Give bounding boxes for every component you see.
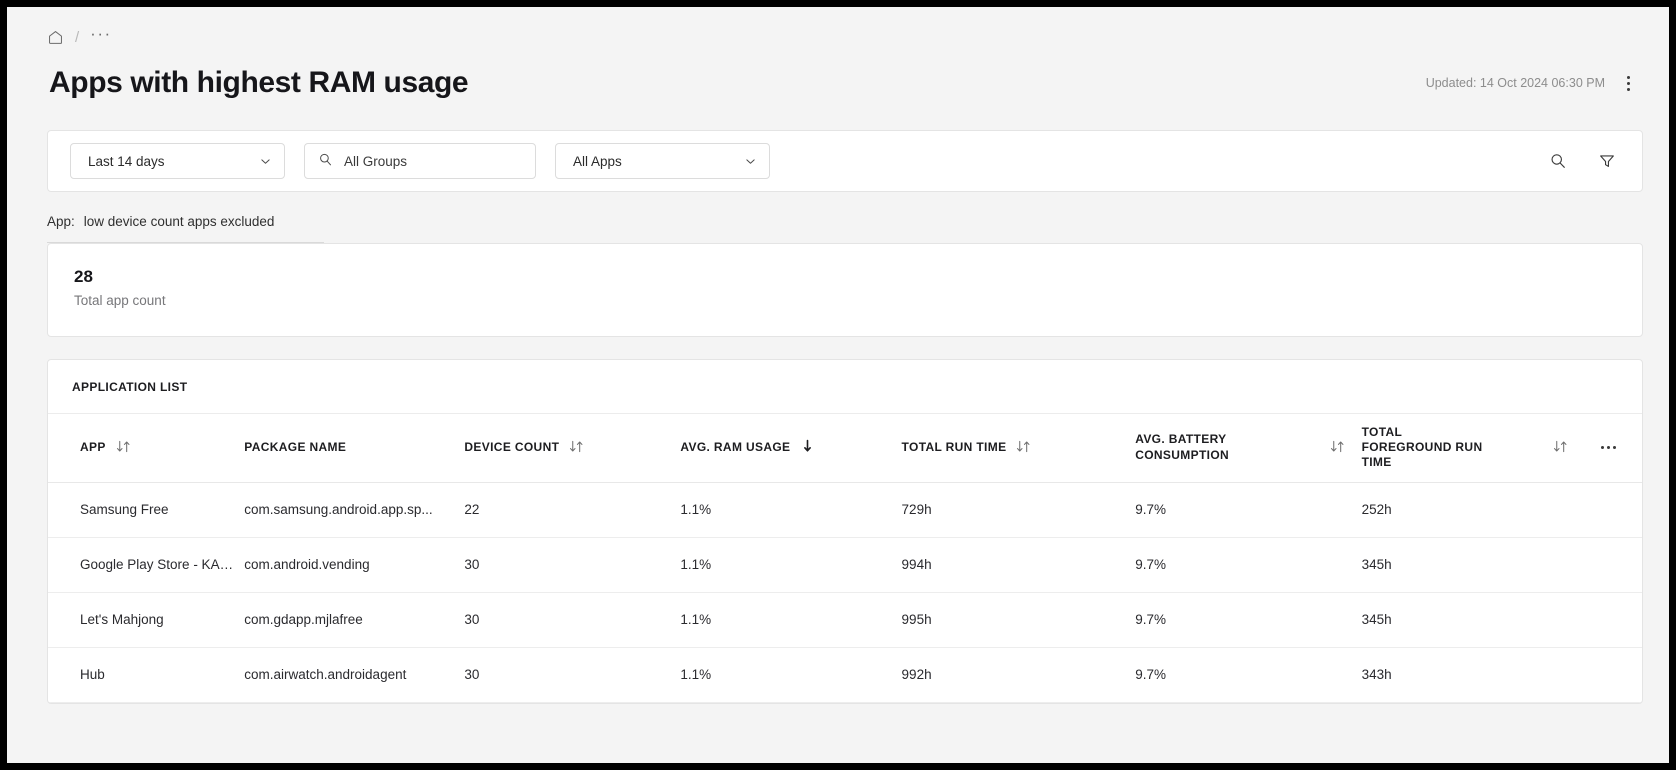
apps-select-value: All Apps (573, 153, 622, 169)
cell-total-foreground-run-time: 345h (1361, 537, 1585, 593)
total-app-count-card: 28 Total app count (47, 243, 1643, 337)
application-list-table: APP PACKAGE NAME DEVICE COUNT AVG. RAM U… (48, 414, 1642, 703)
table-body: Samsung Free com.samsung.android.app.sp.… (48, 482, 1642, 703)
sort-descending-icon[interactable] (799, 438, 816, 457)
search-icon (318, 152, 333, 170)
filter-toolbar: Last 14 days All Groups All Apps (47, 130, 1643, 192)
cell-app: Hub (48, 647, 245, 703)
page-options-kebab-icon[interactable] (1617, 71, 1639, 95)
page-title: Apps with highest RAM usage (49, 66, 469, 99)
cell-device-count: 30 (464, 647, 681, 703)
last-updated-text: Updated: 14 Oct 2024 06:30 PM (1425, 76, 1605, 90)
applied-filter-bar: App: low device count apps excluded (47, 192, 324, 243)
cell-avg-battery-consumption: 9.7% (1135, 647, 1362, 703)
cell-avg-battery-consumption: 9.7% (1135, 537, 1362, 593)
table-row[interactable]: Samsung Free com.samsung.android.app.sp.… (48, 482, 1642, 538)
column-label: APP (80, 440, 106, 455)
cell-total-run-time: 729h (901, 482, 1136, 538)
breadcrumb: / ··· (7, 7, 1669, 51)
column-header-package-name[interactable]: PACKAGE NAME (244, 414, 465, 483)
sort-toggle-icon[interactable] (568, 439, 585, 457)
application-list-card: APPLICATION LIST APP PACKAGE NAME DEVICE… (47, 359, 1643, 704)
cell-row-options (1584, 592, 1642, 648)
page-header: Apps with highest RAM usage Updated: 14 … (7, 51, 1669, 109)
cell-avg-ram-usage: 1.1% (680, 647, 902, 703)
table-row[interactable]: Google Play Store - KAI 1.52 com.android… (48, 537, 1642, 593)
total-app-count-value: 28 (74, 267, 93, 286)
sort-toggle-icon[interactable] (115, 439, 132, 457)
column-header-avg-ram-usage[interactable]: AVG. RAM USAGE (680, 414, 902, 483)
table-options-kebab-icon[interactable] (1585, 446, 1632, 450)
applied-filter-key: App: (47, 214, 75, 229)
cell-device-count: 22 (464, 482, 681, 538)
cell-device-count: 30 (464, 537, 681, 593)
cell-app: Let's Mahjong (48, 592, 245, 648)
cell-device-count: 30 (464, 592, 681, 648)
date-range-value: Last 14 days (88, 153, 165, 169)
table-row[interactable]: Hub com.airwatch.androidagent 30 1.1% 99… (48, 647, 1642, 703)
cell-package: com.airwatch.androidagent (244, 647, 465, 703)
date-range-select[interactable]: Last 14 days (70, 143, 285, 179)
cell-app: Google Play Store - KAI 1.52 (48, 537, 245, 593)
column-header-avg-battery-consumption[interactable]: AVG. BATTERY CONSUMPTION (1135, 414, 1362, 483)
cell-avg-battery-consumption: 9.7% (1135, 482, 1362, 538)
table-row[interactable]: Let's Mahjong com.gdapp.mjlafree 30 1.1%… (48, 592, 1642, 648)
cell-avg-ram-usage: 1.1% (680, 482, 902, 538)
cell-total-foreground-run-time: 252h (1361, 482, 1585, 538)
application-list-title: APPLICATION LIST (48, 360, 1642, 414)
chevron-down-icon (259, 155, 272, 168)
cell-total-foreground-run-time: 345h (1361, 592, 1585, 648)
cell-package: com.android.vending (244, 537, 465, 593)
breadcrumb-separator: / (75, 28, 80, 46)
cell-row-options (1584, 647, 1642, 703)
column-label: PACKAGE NAME (244, 440, 347, 455)
dashboard-viewport: / ··· Apps with highest RAM usage Update… (7, 7, 1669, 763)
applied-filter-value: low device count apps excluded (83, 214, 275, 229)
apps-select[interactable]: All Apps (555, 143, 770, 179)
cell-total-foreground-run-time: 343h (1361, 647, 1585, 703)
table-header-row: APP PACKAGE NAME DEVICE COUNT AVG. RAM U… (48, 414, 1642, 483)
chevron-down-icon (744, 155, 757, 168)
sort-toggle-icon[interactable] (1552, 439, 1569, 457)
groups-search-input[interactable]: All Groups (304, 143, 536, 179)
sort-toggle-icon[interactable] (1015, 439, 1032, 457)
column-header-total-foreground-run-time[interactable]: TOTAL FOREGROUND RUN TIME (1361, 414, 1585, 483)
cell-app: Samsung Free (48, 482, 245, 538)
column-label: TOTAL FOREGROUND RUN TIME (1361, 424, 1483, 470)
sort-toggle-icon[interactable] (1329, 439, 1346, 457)
search-icon[interactable] (1543, 146, 1573, 176)
column-header-device-count[interactable]: DEVICE COUNT (464, 414, 681, 483)
page-header-right: Updated: 14 Oct 2024 06:30 PM (1426, 71, 1639, 95)
column-label: AVG. RAM USAGE (680, 440, 791, 455)
groups-search-value: All Groups (344, 153, 408, 169)
column-header-total-run-time[interactable]: TOTAL RUN TIME (901, 414, 1136, 483)
total-app-count-label: Total app count (74, 293, 166, 309)
cell-row-options (1584, 537, 1642, 593)
column-label: TOTAL RUN TIME (901, 440, 1007, 455)
cell-package: com.samsung.android.app.sp... (244, 482, 465, 538)
cell-package: com.gdapp.mjlafree (244, 592, 465, 648)
cell-total-run-time: 994h (901, 537, 1136, 593)
column-header-options[interactable] (1584, 414, 1642, 483)
column-header-app[interactable]: APP (48, 414, 245, 483)
breadcrumb-overflow-icon[interactable]: ··· (90, 25, 111, 42)
column-label: AVG. BATTERY CONSUMPTION (1135, 432, 1230, 462)
cell-avg-ram-usage: 1.1% (680, 537, 902, 593)
cell-avg-battery-consumption: 9.7% (1135, 592, 1362, 648)
applied-filter: App: low device count apps excluded (47, 214, 324, 242)
funnel-filter-icon[interactable] (1592, 146, 1622, 176)
column-label: DEVICE COUNT (464, 440, 560, 455)
cell-row-options (1584, 482, 1642, 538)
home-icon[interactable] (47, 29, 64, 46)
cell-avg-ram-usage: 1.1% (680, 592, 902, 648)
cell-total-run-time: 995h (901, 592, 1136, 648)
cell-total-run-time: 992h (901, 647, 1136, 703)
